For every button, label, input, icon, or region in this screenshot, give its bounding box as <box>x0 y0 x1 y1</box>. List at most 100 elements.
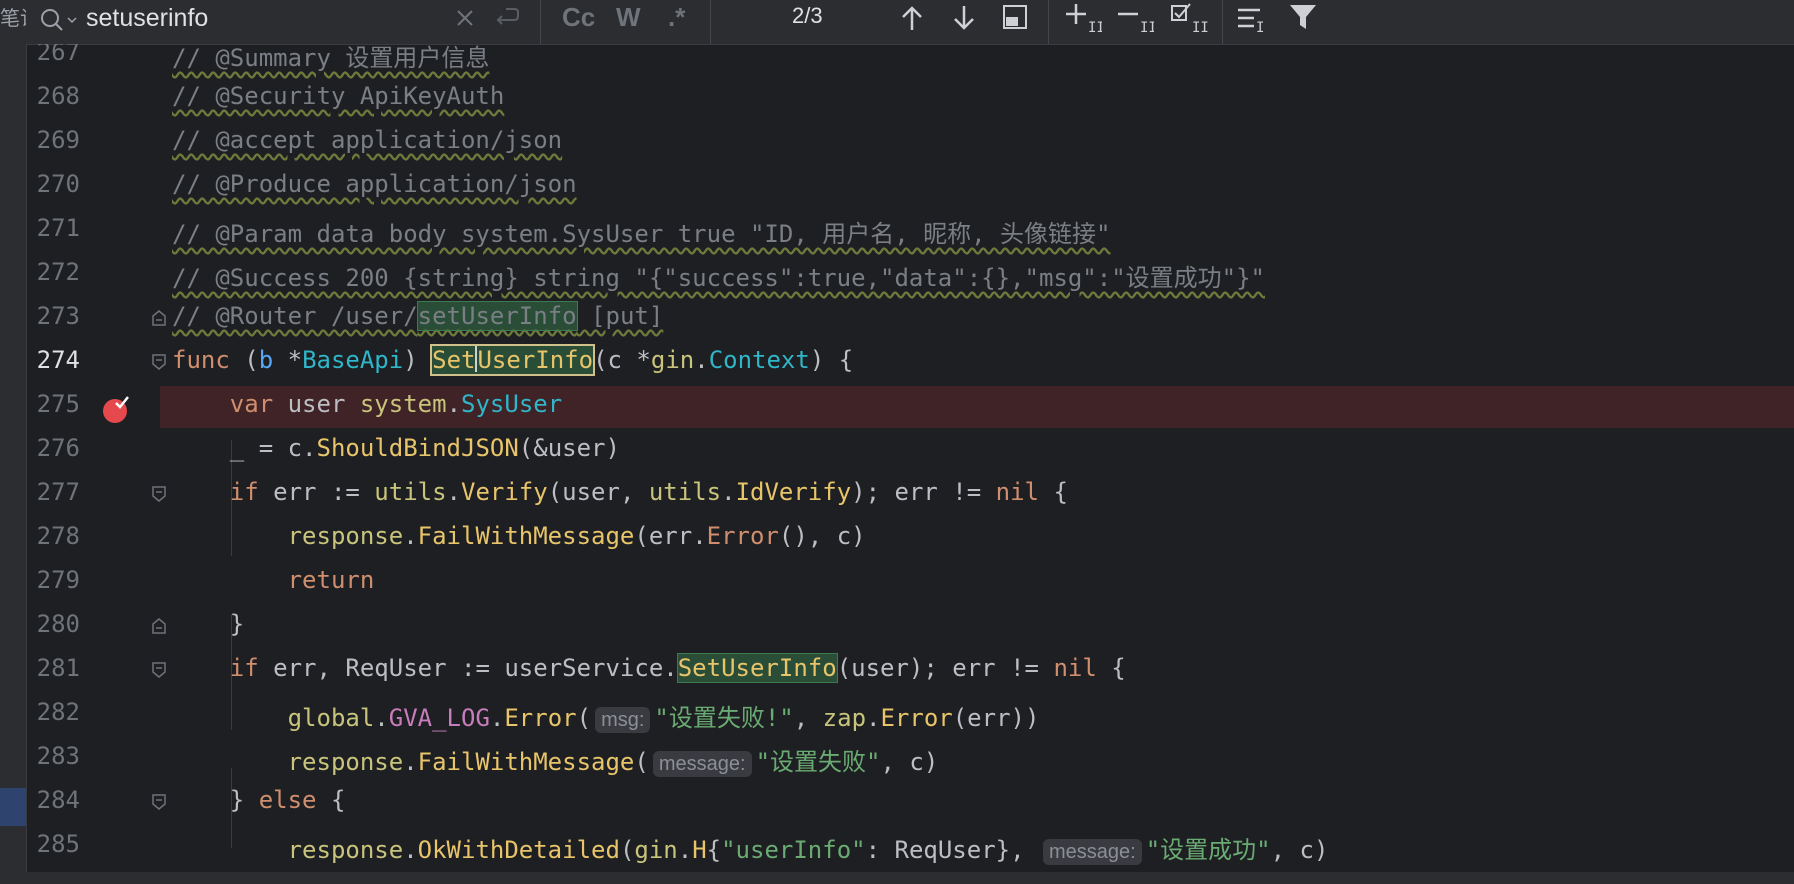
line-number: 284 <box>36 786 80 814</box>
line-number: 274 <box>36 346 80 374</box>
code-text: // @Produce application/json <box>172 170 577 198</box>
code-text: func (b *BaseApi) SetUserInfo(c *gin.Con… <box>172 344 854 376</box>
code-line[interactable]: 282 global.GVA_LOG.Error(msg: "设置失败!", za… <box>26 694 1794 738</box>
search-input[interactable] <box>86 2 466 34</box>
code-line[interactable]: 280 } <box>26 606 1794 650</box>
fold-icon[interactable] <box>152 794 166 810</box>
code-text: _ = c.ShouldBindJSON(&user) <box>229 434 620 462</box>
code-text: // @Param data body system.SysUser true … <box>172 220 1111 248</box>
line-number: 280 <box>36 610 80 638</box>
line-number: 269 <box>36 126 80 154</box>
match-count: 2/3 <box>792 3 823 28</box>
line-number: 282 <box>36 698 80 726</box>
code-line[interactable]: 276 _ = c.ShouldBindJSON(&user) <box>26 430 1794 474</box>
current-search-match: SetUserInfo <box>430 344 596 376</box>
code-text: response.OkWithDetailed(gin.H{"userInfo"… <box>287 836 1329 865</box>
code-text: // @Router /user/setUserInfo [put] <box>172 301 664 331</box>
magnifier-icon[interactable] <box>38 6 78 36</box>
horizontal-scrollbar[interactable] <box>26 872 1794 884</box>
line-number: 283 <box>36 742 80 770</box>
line-number: 275 <box>36 390 80 418</box>
code-line[interactable]: 279 return <box>26 562 1794 606</box>
code-text: if err, ReqUser := userService.SetUserIn… <box>229 653 1126 683</box>
code-line[interactable]: 268 // @Security ApiKeyAuth <box>26 78 1794 122</box>
line-number: 278 <box>36 522 80 550</box>
line-number: 279 <box>36 566 80 594</box>
svg-text:II: II <box>1192 20 1208 34</box>
search-match: setUserInfo <box>416 301 578 331</box>
fold-icon[interactable] <box>152 618 166 634</box>
code-text: var user system.SysUser <box>229 390 563 418</box>
line-number: 273 <box>36 302 80 330</box>
code-line[interactable]: 278 response.FailWithMessage(err.Error()… <box>26 518 1794 562</box>
code-text: // @accept application/json <box>172 126 563 154</box>
line-number: 270 <box>36 170 80 198</box>
whole-words-toggle[interactable]: W <box>616 2 641 33</box>
line-number: 271 <box>36 214 80 242</box>
tool-window-strip: 笔记 <box>0 0 27 884</box>
code-text: return <box>287 566 375 594</box>
line-number: 267 <box>36 44 80 66</box>
code-line[interactable]: 284 } else { <box>26 782 1794 826</box>
close-icon[interactable] <box>455 8 475 28</box>
code-text: if err := utils.Verify(user, utils.IdVer… <box>229 478 1068 506</box>
code-text: } else { <box>229 786 346 814</box>
code-text: // @Summary 设置用户信息 <box>172 44 490 72</box>
code-text: // @Success 200 {string} string "{"succe… <box>172 264 1265 292</box>
separator <box>540 0 541 44</box>
code-line[interactable]: 273 // @Router /user/setUserInfo [put] <box>26 298 1794 342</box>
code-line[interactable]: 283 response.FailWithMessage(message: "设置… <box>26 738 1794 782</box>
search-match: SetUserInfo <box>676 653 838 683</box>
parameter-hint: msg: <box>595 707 651 733</box>
regex-toggle[interactable]: .* <box>668 2 685 33</box>
replace-icon[interactable] <box>494 6 520 30</box>
parameter-hint: message: <box>1043 839 1142 865</box>
fold-icon[interactable] <box>152 486 166 502</box>
line-number: 276 <box>36 434 80 462</box>
match-case-toggle[interactable]: Cc <box>562 2 595 33</box>
arrow-up-icon[interactable] <box>899 4 925 32</box>
line-number: 285 <box>36 830 80 858</box>
code-editor[interactable]: 267 // @Summary 设置用户信息 268 // @Security … <box>26 44 1794 872</box>
funnel-icon[interactable] <box>1288 2 1318 32</box>
line-number: 277 <box>36 478 80 506</box>
svg-text:II: II <box>1140 20 1154 34</box>
breakpoint-icon[interactable] <box>102 396 130 424</box>
line-number: 268 <box>36 82 80 110</box>
code-line[interactable]: 272 // @Success 200 {string} string "{"s… <box>26 254 1794 298</box>
add-occurrence-icon[interactable]: II <box>1066 2 1102 34</box>
code-line-breakpoint[interactable]: 275 var user system.SysUser <box>26 386 1794 430</box>
fold-icon[interactable] <box>152 662 166 678</box>
line-number: 272 <box>36 258 80 286</box>
code-line[interactable]: 274 func (b *BaseApi) SetUserInfo(c *gin… <box>26 342 1794 386</box>
separator <box>1048 0 1049 44</box>
select-all-occurrences-icon[interactable]: II <box>1170 2 1208 34</box>
window-icon[interactable] <box>1002 4 1028 30</box>
code-line[interactable]: 270 // @Produce application/json <box>26 166 1794 210</box>
separator <box>1222 0 1223 44</box>
search-field: Cc W .* <box>26 0 710 44</box>
remove-occurrence-icon[interactable]: II <box>1118 2 1154 34</box>
tool-window-selection[interactable] <box>0 788 26 826</box>
code-line[interactable]: 267 // @Summary 设置用户信息 <box>26 44 1794 78</box>
code-line[interactable]: 285 response.OkWithDetailed(gin.H{"userI… <box>26 826 1794 870</box>
arrow-down-icon[interactable] <box>951 4 977 32</box>
filter-lines-icon[interactable]: I <box>1236 4 1270 34</box>
code-line[interactable]: 271 // @Param data body system.SysUser t… <box>26 210 1794 254</box>
find-toolbar: Cc W .* 2/3 II II II I <box>26 0 1794 45</box>
truncated-panel-label: 笔记 <box>0 6 26 30</box>
svg-text:I: I <box>1256 20 1264 34</box>
code-line[interactable]: 269 // @accept application/json <box>26 122 1794 166</box>
separator <box>710 0 711 44</box>
fold-icon[interactable] <box>152 354 166 370</box>
code-text: response.FailWithMessage(err.Error(), c) <box>287 522 866 550</box>
line-number: 281 <box>36 654 80 682</box>
code-text: // @Security ApiKeyAuth <box>172 82 505 110</box>
code-text: } <box>229 610 245 638</box>
code-text: global.GVA_LOG.Error(msg: "设置失败!", zap.Er… <box>287 704 1040 733</box>
code-line[interactable]: 277 if err := utils.Verify(user, utils.I… <box>26 474 1794 518</box>
fold-icon[interactable] <box>152 310 166 326</box>
code-line[interactable]: 281 if err, ReqUser := userService.SetUs… <box>26 650 1794 694</box>
svg-text:II: II <box>1088 20 1102 34</box>
code-text: response.FailWithMessage(message: "设置失败",… <box>287 748 939 777</box>
